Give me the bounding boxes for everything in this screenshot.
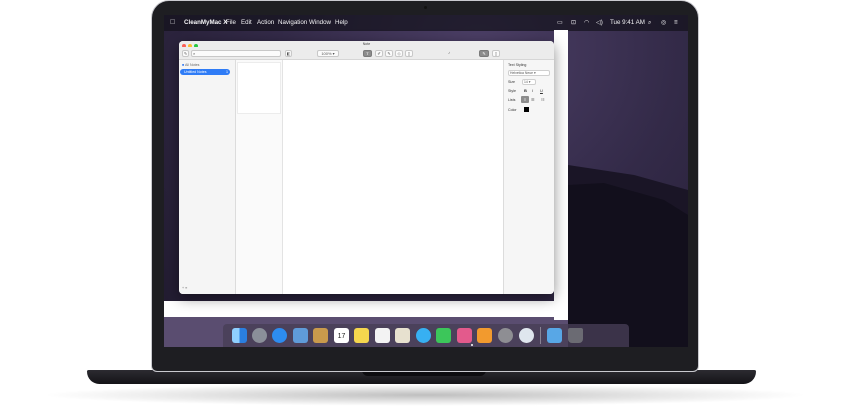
inspector-panel: Text Styling Helvetica Neue ▾ Size 14 ▾ … <box>503 60 554 294</box>
cleanmymac-icon[interactable] <box>519 328 534 343</box>
books-icon[interactable] <box>477 328 492 343</box>
sidebar-item-count: 1 <box>226 70 228 74</box>
eraser-icon[interactable]: ◇ <box>395 50 403 57</box>
apple-icon[interactable]:  <box>170 15 175 31</box>
bullet-list-icon[interactable]: ≡ <box>521 96 529 103</box>
app-menu[interactable]: CleanMyMac X <box>184 15 227 31</box>
sidebar-header[interactable]: ■ All Notes <box>182 63 199 67</box>
style-label: Style <box>508 89 516 93</box>
page-icon[interactable]: ▯ <box>405 50 413 57</box>
menu-window[interactable]: Window <box>309 15 331 31</box>
color-swatch[interactable] <box>524 107 529 112</box>
checklist-icon[interactable]: ☷ <box>541 96 545 103</box>
zoom-select[interactable]: 100% ▾ <box>317 50 339 57</box>
dock: 17 <box>223 324 629 347</box>
menu-help[interactable]: Help <box>335 15 348 31</box>
notes-icon[interactable] <box>354 328 369 343</box>
search-icon: ⌕ <box>193 51 196 56</box>
preview-icon[interactable] <box>395 328 410 343</box>
airplay-icon[interactable]: ▭ <box>557 15 563 31</box>
desktop-screen:  CleanMyMac X File Edit Action Navigati… <box>164 15 688 347</box>
launchpad-icon[interactable] <box>252 328 267 343</box>
pen-icon[interactable]: ✐ <box>375 50 383 57</box>
toolbar: ✎ ⌕ ◧ 100% ▾ T ✐ ✎ ◇ ▯ ♪ ✎ ▯ <box>179 47 554 60</box>
lists-label: Lists <box>508 98 516 102</box>
sidebar-item-untitled-notes[interactable]: Untitled Notes 1 <box>180 69 230 75</box>
search-icon[interactable]: ⌕ <box>648 15 651 31</box>
safari-icon[interactable] <box>272 328 287 343</box>
notes-window: Note ✎ ⌕ ◧ 100% ▾ T ✐ ✎ ◇ ▯ ♪ ✎ ▯ ■ All … <box>179 41 554 294</box>
underline-button[interactable]: U <box>540 88 543 93</box>
menu-icon[interactable]: ≡ <box>674 15 678 31</box>
note-editor[interactable] <box>283 60 503 294</box>
folder-icon[interactable] <box>547 328 562 343</box>
user-icon[interactable]: ◎ <box>661 15 666 31</box>
photo-preview-icon[interactable] <box>293 328 308 343</box>
finder-icon[interactable] <box>232 328 247 343</box>
mic-icon[interactable]: ♪ <box>445 50 453 57</box>
folder-icon: ■ <box>182 63 185 67</box>
italic-button[interactable]: I <box>532 88 533 93</box>
numbered-list-icon[interactable]: ☰ <box>531 96 535 103</box>
size-select[interactable]: 14 ▾ <box>522 79 536 85</box>
calendar-icon[interactable]: 17 <box>334 328 349 343</box>
color-label: Color <box>508 108 517 112</box>
messages-icon[interactable] <box>416 328 431 343</box>
backdrop-panel <box>554 30 568 320</box>
note-card[interactable] <box>237 62 281 114</box>
photo-booth-icon[interactable] <box>457 328 472 343</box>
inspector-toggle-button[interactable]: ✎ <box>479 50 489 57</box>
search-input[interactable]: ⌕ <box>191 50 281 57</box>
running-indicator <box>471 344 473 346</box>
brush-icon[interactable]: ✎ <box>385 50 393 57</box>
share-icon[interactable]: ▯ <box>492 50 500 57</box>
dock-separator <box>540 327 541 344</box>
airplay-icon[interactable]: ⊡ <box>571 15 576 31</box>
font-select[interactable]: Helvetica Neue ▾ <box>508 70 550 76</box>
menu-bar:  CleanMyMac X File Edit Action Navigati… <box>164 15 688 31</box>
size-label: Size <box>508 80 515 84</box>
backdrop-panel <box>164 301 568 317</box>
compose-icon[interactable]: ✎ <box>182 50 189 57</box>
volume-icon[interactable]: ◁) <box>596 15 603 31</box>
clock[interactable]: Tue 9:41 AM <box>610 15 645 31</box>
sidebar-footer[interactable]: + ≡ <box>182 286 187 290</box>
sidebar: ■ All Notes Untitled Notes 1 + ≡ <box>179 60 236 294</box>
menu-edit[interactable]: Edit <box>241 15 252 31</box>
sidebar-toggle-icon[interactable]: ◧ <box>285 50 292 57</box>
sidebar-item-label: Untitled Notes <box>184 70 207 74</box>
system-preferences-icon[interactable] <box>498 328 513 343</box>
note-list <box>236 60 283 294</box>
wifi-icon[interactable]: ◠ <box>584 15 589 31</box>
reminders-icon[interactable] <box>375 328 390 343</box>
notes-book-icon[interactable] <box>313 328 328 343</box>
menu-action[interactable]: Action <box>257 15 274 31</box>
menu-navigation[interactable]: Navigation <box>278 15 307 31</box>
menu-file[interactable]: File <box>226 15 236 31</box>
trash-icon[interactable] <box>568 328 583 343</box>
camera <box>424 6 427 9</box>
text-format-button[interactable]: T <box>363 50 372 57</box>
laptop-shadow <box>40 384 810 406</box>
bold-button[interactable]: B <box>524 88 527 93</box>
inspector-title: Text Styling <box>508 63 527 67</box>
facetime-icon[interactable] <box>436 328 451 343</box>
